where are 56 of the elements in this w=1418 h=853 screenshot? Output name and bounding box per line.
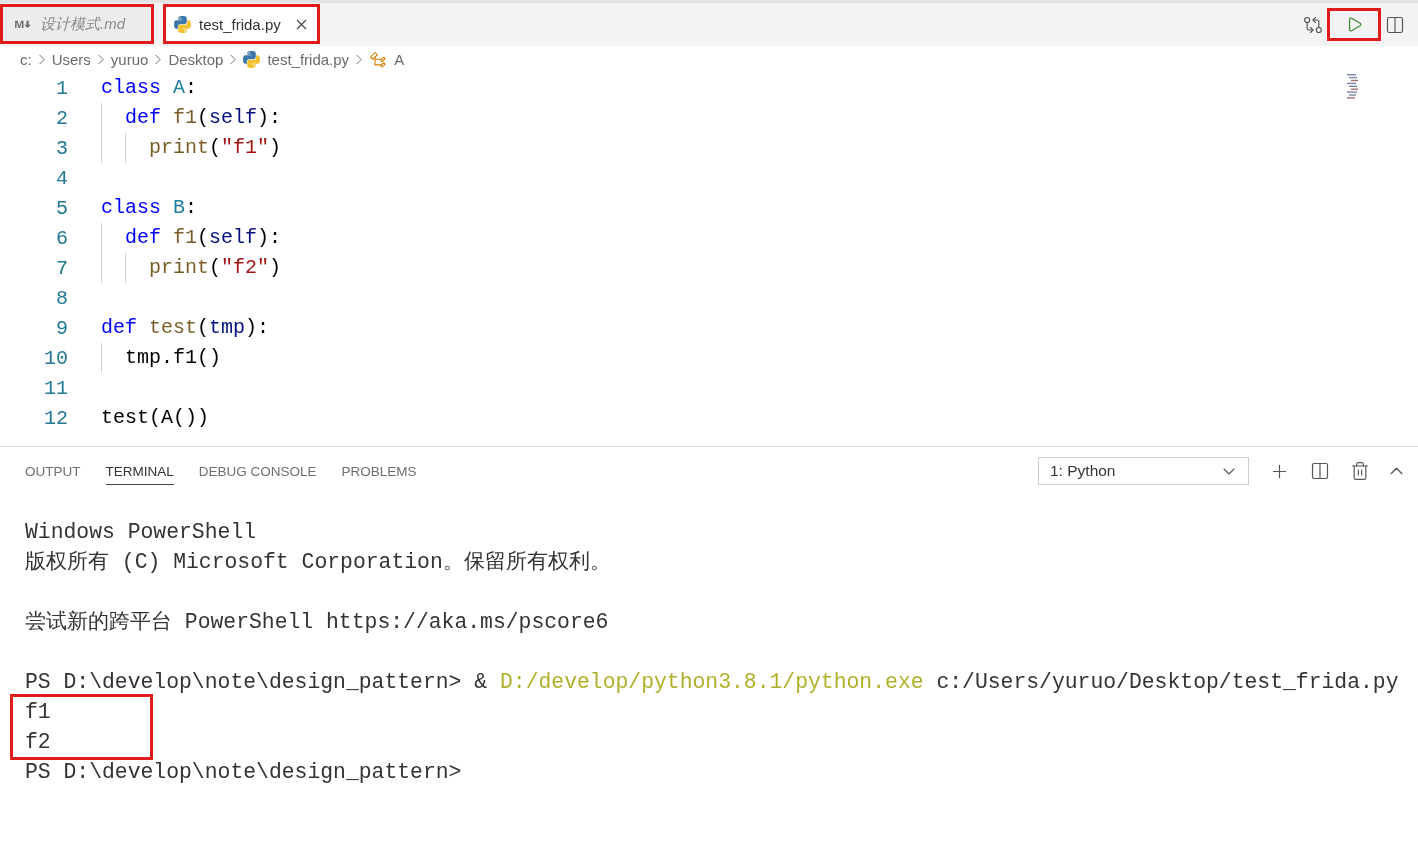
terminal-line: Windows PowerShell <box>25 519 257 546</box>
chevron-right-icon <box>356 54 363 65</box>
breadcrumb-item[interactable]: test_frida.py <box>267 51 350 68</box>
chevron-right-icon <box>230 54 237 65</box>
editor-tab[interactable]: test_frida.py <box>163 4 320 44</box>
terminal-line: 版权所有 (C) Microsoft Corporation。保留所有权利。 <box>25 549 611 576</box>
code-line: print("f2") <box>149 255 282 281</box>
editor-tab[interactable]: 设计模式.md <box>0 4 154 44</box>
line-number: 4 <box>56 166 68 190</box>
code-line: test(A()) <box>101 405 210 431</box>
split-editor-icon[interactable] <box>1385 14 1405 35</box>
line-number: 1 <box>56 76 68 100</box>
line-number: 3 <box>56 136 68 160</box>
terminal-line: 尝试新的跨平台 PowerShell https://aka.ms/pscore6 <box>25 609 609 636</box>
code-line: class A: <box>101 75 198 101</box>
split-terminal-icon[interactable] <box>1310 461 1330 481</box>
python-icon <box>174 15 191 33</box>
python-icon <box>243 51 261 68</box>
chevron-down-icon <box>1223 467 1235 475</box>
terminal-line: f1 <box>25 699 51 726</box>
breadcrumb-item[interactable]: Users <box>51 51 91 68</box>
breadcrumb-item[interactable]: A <box>394 51 405 68</box>
code-line: def f1(self): <box>125 105 282 131</box>
code-line: def test(tmp): <box>101 315 270 341</box>
terminal-line: f2 <box>25 729 51 756</box>
line-number: 12 <box>44 406 68 430</box>
terminal-line: PS D:\develop\note\design_pattern> & D:/develop/python3.8.1/python.exe c:/Users/yuruo/Desktop/test_frida.py <box>25 669 1399 696</box>
chevron-up-icon[interactable] <box>1390 467 1403 475</box>
breadcrumb-item[interactable]: Desktop <box>168 51 224 68</box>
line-number: 5 <box>56 196 68 220</box>
line-number: 7 <box>56 256 68 280</box>
chevron-right-icon <box>38 54 45 65</box>
code-line: tmp.f1() <box>125 345 221 371</box>
panel-tab[interactable]: DEBUG CONSOLE <box>198 457 317 485</box>
breadcrumb-item[interactable]: c: <box>20 51 32 68</box>
run-button[interactable] <box>1327 8 1381 41</box>
line-number: 2 <box>56 106 68 130</box>
class-symbol-icon <box>369 50 388 69</box>
code-line: print("f1") <box>149 135 282 161</box>
breadcrumb-item[interactable]: yuruo <box>110 51 149 68</box>
trash-icon[interactable] <box>1350 461 1370 481</box>
compare-icon[interactable] <box>1303 14 1323 35</box>
panel-tab[interactable]: OUTPUT <box>25 457 81 485</box>
chevron-right-icon <box>97 54 104 65</box>
chevron-right-icon <box>155 54 162 65</box>
code-line: class B: <box>101 195 198 221</box>
terminal-line: PS D:\develop\note\design_pattern> <box>25 759 462 786</box>
line-number: 11 <box>44 376 68 400</box>
line-number: 8 <box>56 286 68 310</box>
line-number: 10 <box>44 346 68 370</box>
code-line: def f1(self): <box>125 225 282 251</box>
terminal-select[interactable]: 1: Python <box>1038 457 1249 485</box>
panel-tab[interactable]: PROBLEMS <box>341 457 417 485</box>
panel-tab[interactable]: TERMINAL <box>105 457 174 485</box>
line-number: 9 <box>56 316 68 340</box>
line-number: 6 <box>56 226 68 250</box>
